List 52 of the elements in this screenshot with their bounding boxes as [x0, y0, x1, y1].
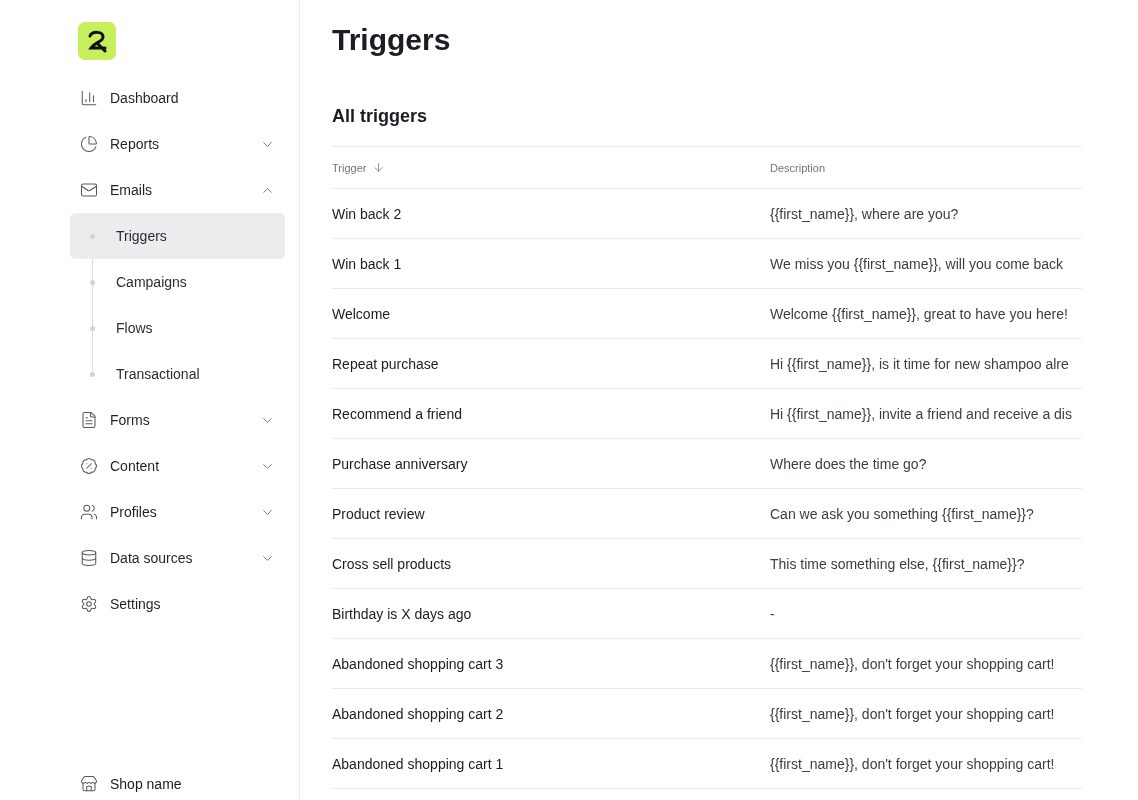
nav-item[interactable]: Forms: [70, 397, 285, 443]
table-cell-text: Birthday is X days ago: [332, 605, 473, 622]
nav-item[interactable]: Data sources: [70, 535, 285, 581]
table-cell-text: Welcome {{first_name}}, great to have you here!: [770, 305, 1069, 322]
sort-arrow-icon[interactable]: [372, 161, 386, 174]
table-cell-text: Can we ask you something {{first_name}}?: [770, 505, 1035, 522]
page-title: Triggers: [332, 22, 452, 58]
nav-icon: [80, 181, 98, 199]
table-cell-text: Product review: [332, 505, 426, 522]
logo-icon: [78, 22, 116, 60]
nav-item[interactable]: Emails: [70, 167, 285, 213]
nav-icon: [80, 89, 98, 107]
table-cell-text: Hi {{first_name}}, invite a friend and receive a dis: [770, 405, 1073, 422]
nav-subitem[interactable]: Campaigns: [70, 259, 285, 305]
table-cell-text: We miss you {{first_name}}, will you come back: [770, 255, 1065, 272]
table-cell-text: Win back 1: [332, 255, 403, 272]
shop-icon: [80, 775, 98, 793]
nav-item[interactable]: Settings: [70, 581, 285, 627]
table-cell-text: Purchase anniversary: [332, 455, 469, 472]
table-cell-text: Abandoned shopping cart 1: [332, 755, 505, 772]
table-cell-text: Abandoned shopping cart 3: [332, 655, 505, 672]
table-cell-text: Recommend a friend: [332, 405, 463, 422]
table-cell-text: Win back 2: [332, 205, 403, 222]
nav-icon: [80, 503, 98, 521]
table-cell-text: Where does the time go?: [770, 455, 928, 472]
column-header[interactable]: Description: [770, 161, 826, 174]
nav-icon: [80, 457, 98, 475]
table-cell-text: -: [770, 605, 776, 622]
nav-subitem[interactable]: Flows: [70, 305, 285, 351]
column-header[interactable]: Trigger: [332, 161, 367, 174]
nav-icon: [80, 549, 98, 567]
shop-switcher[interactable]: Shop name: [70, 761, 285, 800]
table-cell-text: Hi {{first_name}}, is it time for new shampoo alre: [770, 355, 1070, 372]
table-cell-text: {{first_name}}, where are you?: [770, 205, 960, 222]
table-cell-text: {{first_name}}, don't forget your shopping cart!: [770, 705, 1056, 722]
nav-item[interactable]: Profiles: [70, 489, 285, 535]
table-cell-text: Cross sell products: [332, 555, 453, 572]
section-title: All triggers: [332, 105, 429, 128]
table-cell-text: {{first_name}}, don't forget your shopping cart!: [770, 655, 1056, 672]
nav-icon: [80, 135, 98, 153]
table-cell-text: Repeat purchase: [332, 355, 440, 372]
table-cell-text: This time something else, {{first_name}}?: [770, 555, 1026, 572]
nav-icon: [80, 595, 98, 613]
table-cell-text: Abandoned shopping cart 2: [332, 705, 505, 722]
nav-icon: [80, 411, 98, 429]
table-cell-text: {{first_name}}, don't forget your shopping cart!: [770, 755, 1056, 772]
nav-item[interactable]: Dashboard: [70, 75, 285, 121]
table-cell-text: Welcome: [332, 305, 392, 322]
nav-item[interactable]: Reports: [70, 121, 285, 167]
nav-subitem[interactable]: Triggers: [70, 213, 285, 259]
nav-subitem[interactable]: Transactional: [70, 351, 285, 397]
nav-item[interactable]: Content: [70, 443, 285, 489]
